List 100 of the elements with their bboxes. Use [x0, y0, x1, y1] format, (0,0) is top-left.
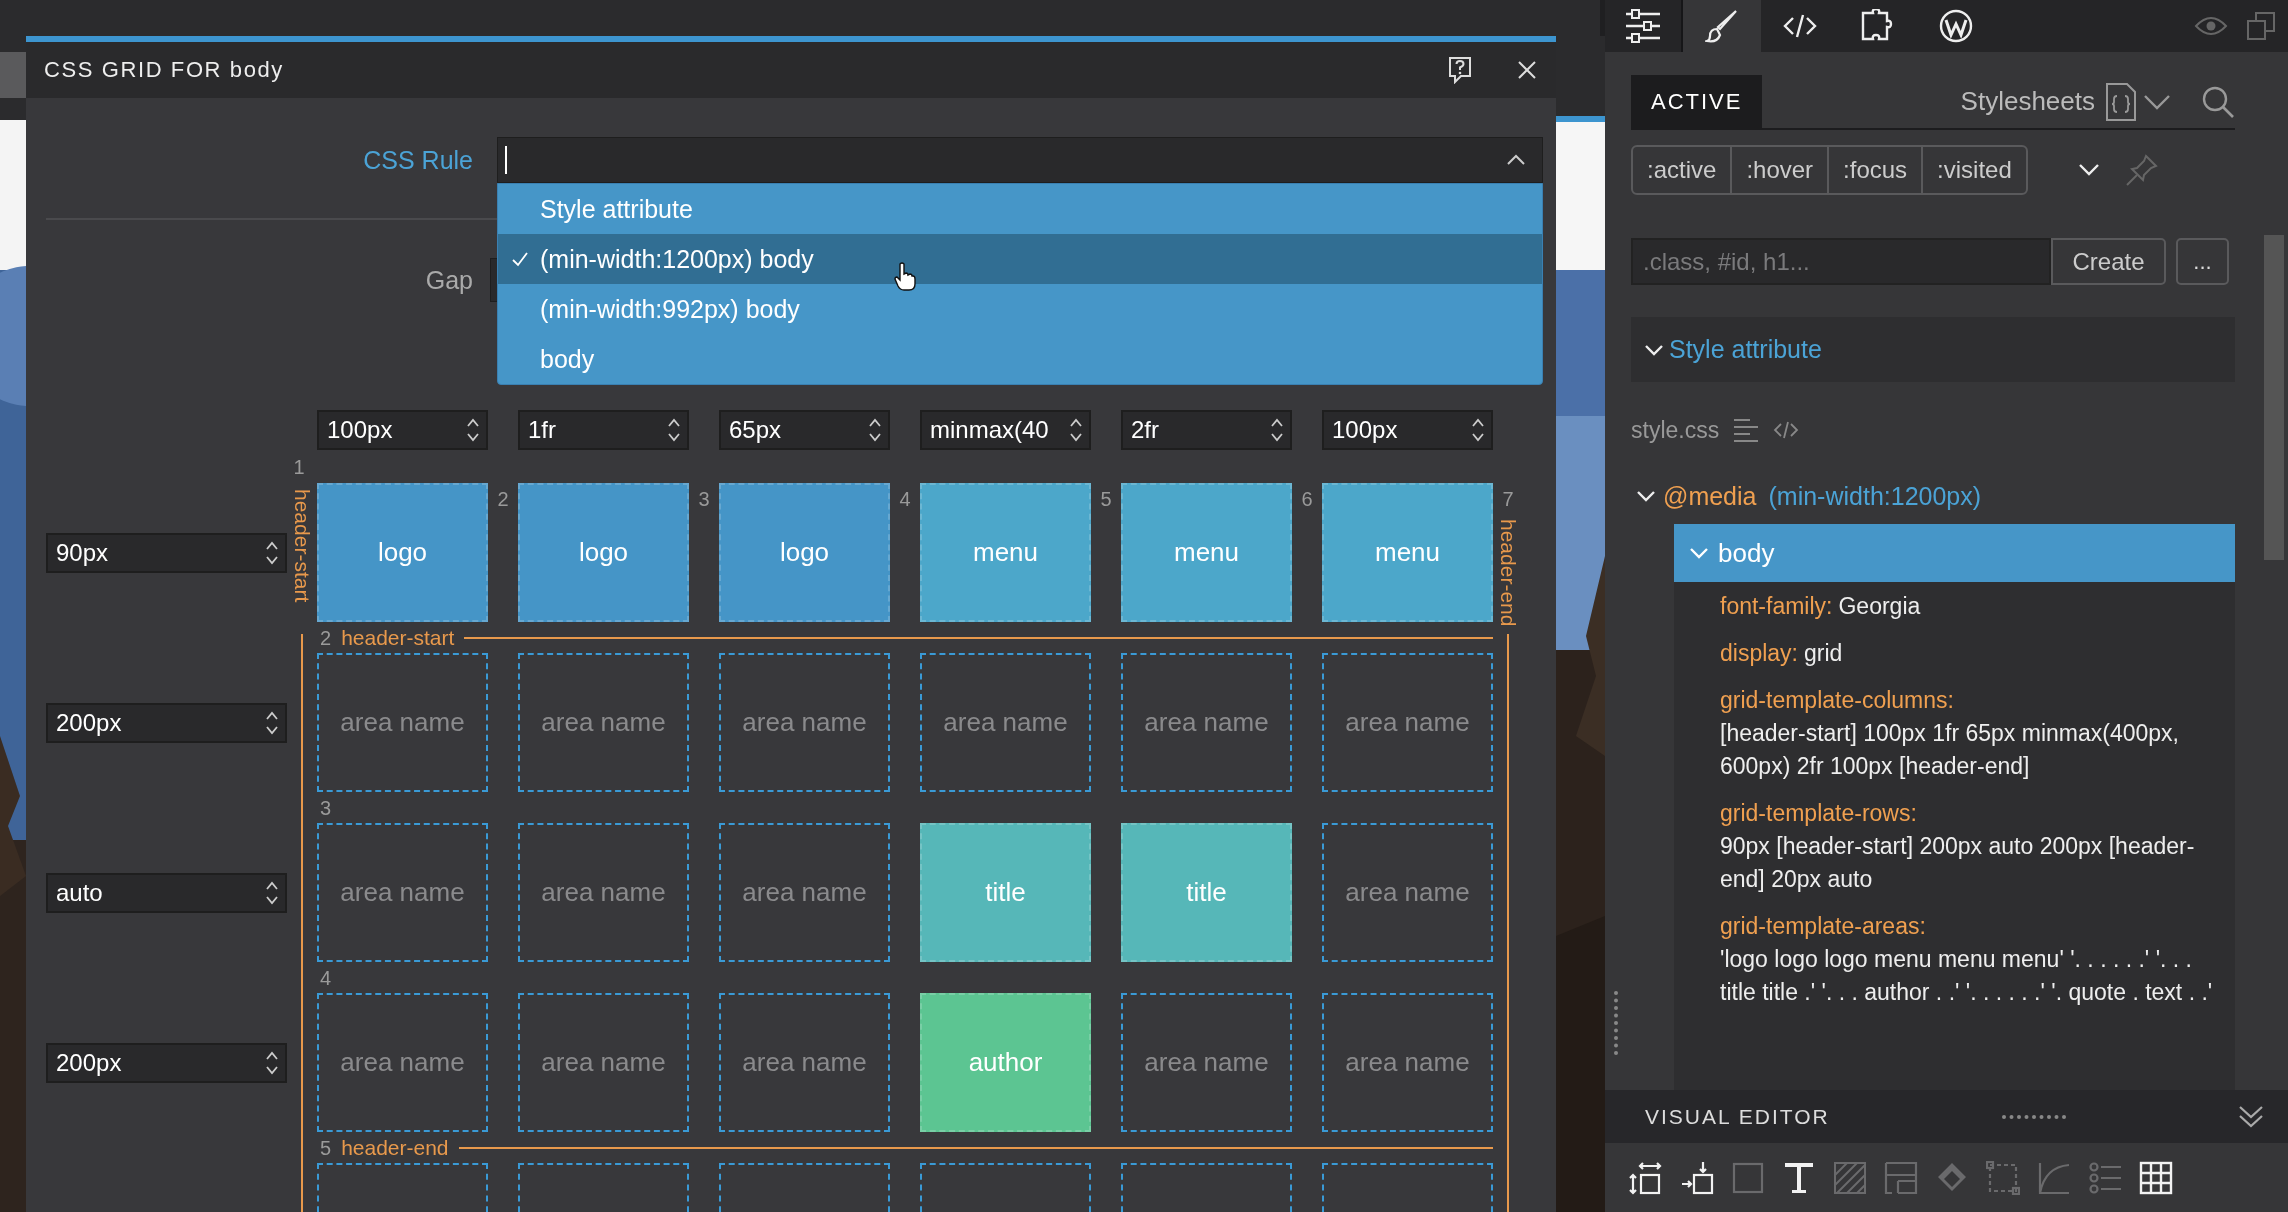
- code-icon[interactable]: [1773, 420, 1800, 440]
- css-file-icon[interactable]: [2105, 81, 2137, 122]
- help-icon[interactable]: [1447, 56, 1473, 84]
- area-name-field[interactable]: area name: [719, 823, 890, 962]
- selector-field[interactable]: .class, #id, h1...: [1631, 238, 2051, 285]
- pseudo-class-button[interactable]: :hover: [1730, 147, 1828, 193]
- line-number: 4: [320, 967, 332, 988]
- row-size-field[interactable]: 90px: [46, 532, 287, 573]
- area-name-field[interactable]: [1121, 1163, 1292, 1212]
- spinner-icon[interactable]: [1471, 417, 1485, 443]
- area-name-field[interactable]: [518, 1163, 689, 1212]
- css-value[interactable]: grid: [1804, 637, 1843, 670]
- pseudo-class-button[interactable]: :active: [1633, 147, 1731, 193]
- rule-option[interactable]: body: [498, 334, 1542, 384]
- chevron-down-icon[interactable]: [2143, 93, 2171, 110]
- spinner-icon[interactable]: [667, 417, 681, 443]
- column-size-field[interactable]: 100px: [1322, 410, 1493, 450]
- align-lines-icon[interactable]: [1733, 418, 1760, 442]
- area-name-field[interactable]: area name: [719, 653, 890, 792]
- drag-handle-icon[interactable]: [2000, 1113, 2067, 1120]
- column-size-field[interactable]: 65px: [719, 410, 890, 450]
- grid-area-cell[interactable]: logo: [719, 483, 890, 622]
- row-size-field[interactable]: 200px: [46, 702, 287, 743]
- line-name: header-start: [291, 489, 313, 603]
- column-size-field[interactable]: 100px: [317, 410, 488, 450]
- css-rule-label: CSS Rule: [362, 145, 473, 175]
- css-value[interactable]: [header-start] 100px 1fr 65px minmax(400px, 600px) 2fr 100px [header-end]: [1720, 717, 2227, 783]
- spinner-icon[interactable]: [1270, 417, 1284, 443]
- spinner-icon[interactable]: [265, 539, 279, 566]
- area-name-field[interactable]: area name: [1322, 653, 1493, 792]
- css-rule-field[interactable]: [497, 137, 1543, 183]
- rule-selector-row[interactable]: body: [1674, 524, 2235, 582]
- line-number: 5: [320, 1137, 332, 1158]
- media-rule[interactable]: @media (min-width:1200px): [1631, 476, 1982, 516]
- area-name-field[interactable]: [920, 1163, 1091, 1212]
- eye-icon[interactable]: [2194, 16, 2228, 36]
- line-name: header-end: [1497, 519, 1519, 627]
- close-icon[interactable]: [1518, 61, 1536, 79]
- area-name-field[interactable]: [1322, 1163, 1493, 1212]
- pseudo-class-button[interactable]: :focus: [1827, 147, 1922, 193]
- area-name-field[interactable]: area name: [719, 993, 890, 1132]
- row-size-field[interactable]: auto: [46, 872, 287, 913]
- stylesheets-link[interactable]: Stylesheets: [1960, 86, 2095, 117]
- spinner-icon[interactable]: [868, 417, 882, 443]
- css-property[interactable]: display:: [1720, 640, 1798, 666]
- grid-area-cell[interactable]: logo: [317, 483, 488, 622]
- area-name-field[interactable]: area name: [1322, 993, 1493, 1132]
- area-name-field[interactable]: area name: [1121, 653, 1292, 792]
- text-tool[interactable]: [1782, 1160, 1816, 1195]
- position-tool[interactable]: [1680, 1160, 1714, 1195]
- area-name-field[interactable]: area name: [317, 823, 488, 962]
- windows-icon[interactable]: [2246, 11, 2276, 41]
- spacing-tool[interactable]: [1629, 1160, 1663, 1195]
- column-size-field[interactable]: minmax(40: [920, 410, 1091, 450]
- rule-option[interactable]: (min-width:992px) body: [498, 284, 1542, 334]
- drag-handle-icon[interactable]: [1613, 990, 1619, 1056]
- more-button[interactable]: ...: [2176, 238, 2229, 285]
- spinner-icon[interactable]: [265, 1049, 279, 1076]
- style-attribute-header[interactable]: Style attribute: [1631, 317, 2235, 382]
- css-property[interactable]: font-family:: [1720, 593, 1833, 619]
- area-name-field[interactable]: area name: [518, 653, 689, 792]
- area-name-field[interactable]: area name: [518, 823, 689, 962]
- column-size-field[interactable]: 1fr: [518, 410, 689, 450]
- line-name: header-start: [341, 625, 455, 650]
- line-number: 1: [293, 456, 305, 477]
- row-size-field[interactable]: 200px: [46, 1042, 287, 1083]
- spinner-icon[interactable]: [1069, 417, 1083, 443]
- active-tab[interactable]: ACTIVE: [1631, 75, 1763, 128]
- brush-tab[interactable]: [1683, 0, 1761, 52]
- create-button[interactable]: Create: [2051, 238, 2166, 285]
- spinner-icon[interactable]: [265, 709, 279, 736]
- css-value[interactable]: 'logo logo logo menu menu menu' '. . . . . .' '. . . title title .' '. . . author . .' '. . . . . .' '. quote . text . .': [1720, 943, 2227, 1009]
- area-name-field[interactable]: area name: [317, 993, 488, 1132]
- css-property[interactable]: grid-template-areas:: [1720, 913, 1926, 939]
- collapse-icon[interactable]: [2238, 1103, 2264, 1130]
- pseudo-class-button[interactable]: :visited: [1921, 147, 2026, 193]
- css-property[interactable]: grid-template-columns:: [1720, 687, 1954, 713]
- visual-editor-title: VISUAL EDITOR: [1645, 1104, 1830, 1129]
- circle-logo-icon: [1939, 9, 1973, 43]
- column-size-field[interactable]: 2fr: [1121, 410, 1292, 450]
- spinner-icon[interactable]: [466, 417, 480, 443]
- chevron-up-icon[interactable]: [1506, 154, 1526, 166]
- hand-cursor-icon: [894, 262, 916, 292]
- area-name-field[interactable]: area name: [1322, 823, 1493, 962]
- css-value[interactable]: 90px [header-start] 200px auto 200px [header-end] 20px auto: [1720, 830, 2227, 896]
- scrollbar[interactable]: [2264, 235, 2284, 560]
- spinner-icon[interactable]: [265, 879, 279, 906]
- area-name-field[interactable]: [719, 1163, 890, 1212]
- css-value[interactable]: Georgia: [1838, 590, 1921, 623]
- rule-option[interactable]: (min-width:1200px) body: [498, 234, 1542, 284]
- area-name-field[interactable]: area name: [1121, 993, 1292, 1132]
- area-name-field[interactable]: [317, 1163, 488, 1212]
- area-name-field[interactable]: area name: [317, 653, 488, 792]
- rule-option[interactable]: Style attribute: [498, 184, 1542, 234]
- area-name-field[interactable]: area name: [518, 993, 689, 1132]
- search-icon[interactable]: [2201, 84, 2235, 119]
- table-tool[interactable]: [2139, 1160, 2173, 1195]
- area-name-field[interactable]: area name: [920, 653, 1091, 792]
- grid-area-cell[interactable]: logo: [518, 483, 689, 622]
- css-property[interactable]: grid-template-rows:: [1720, 800, 1917, 826]
